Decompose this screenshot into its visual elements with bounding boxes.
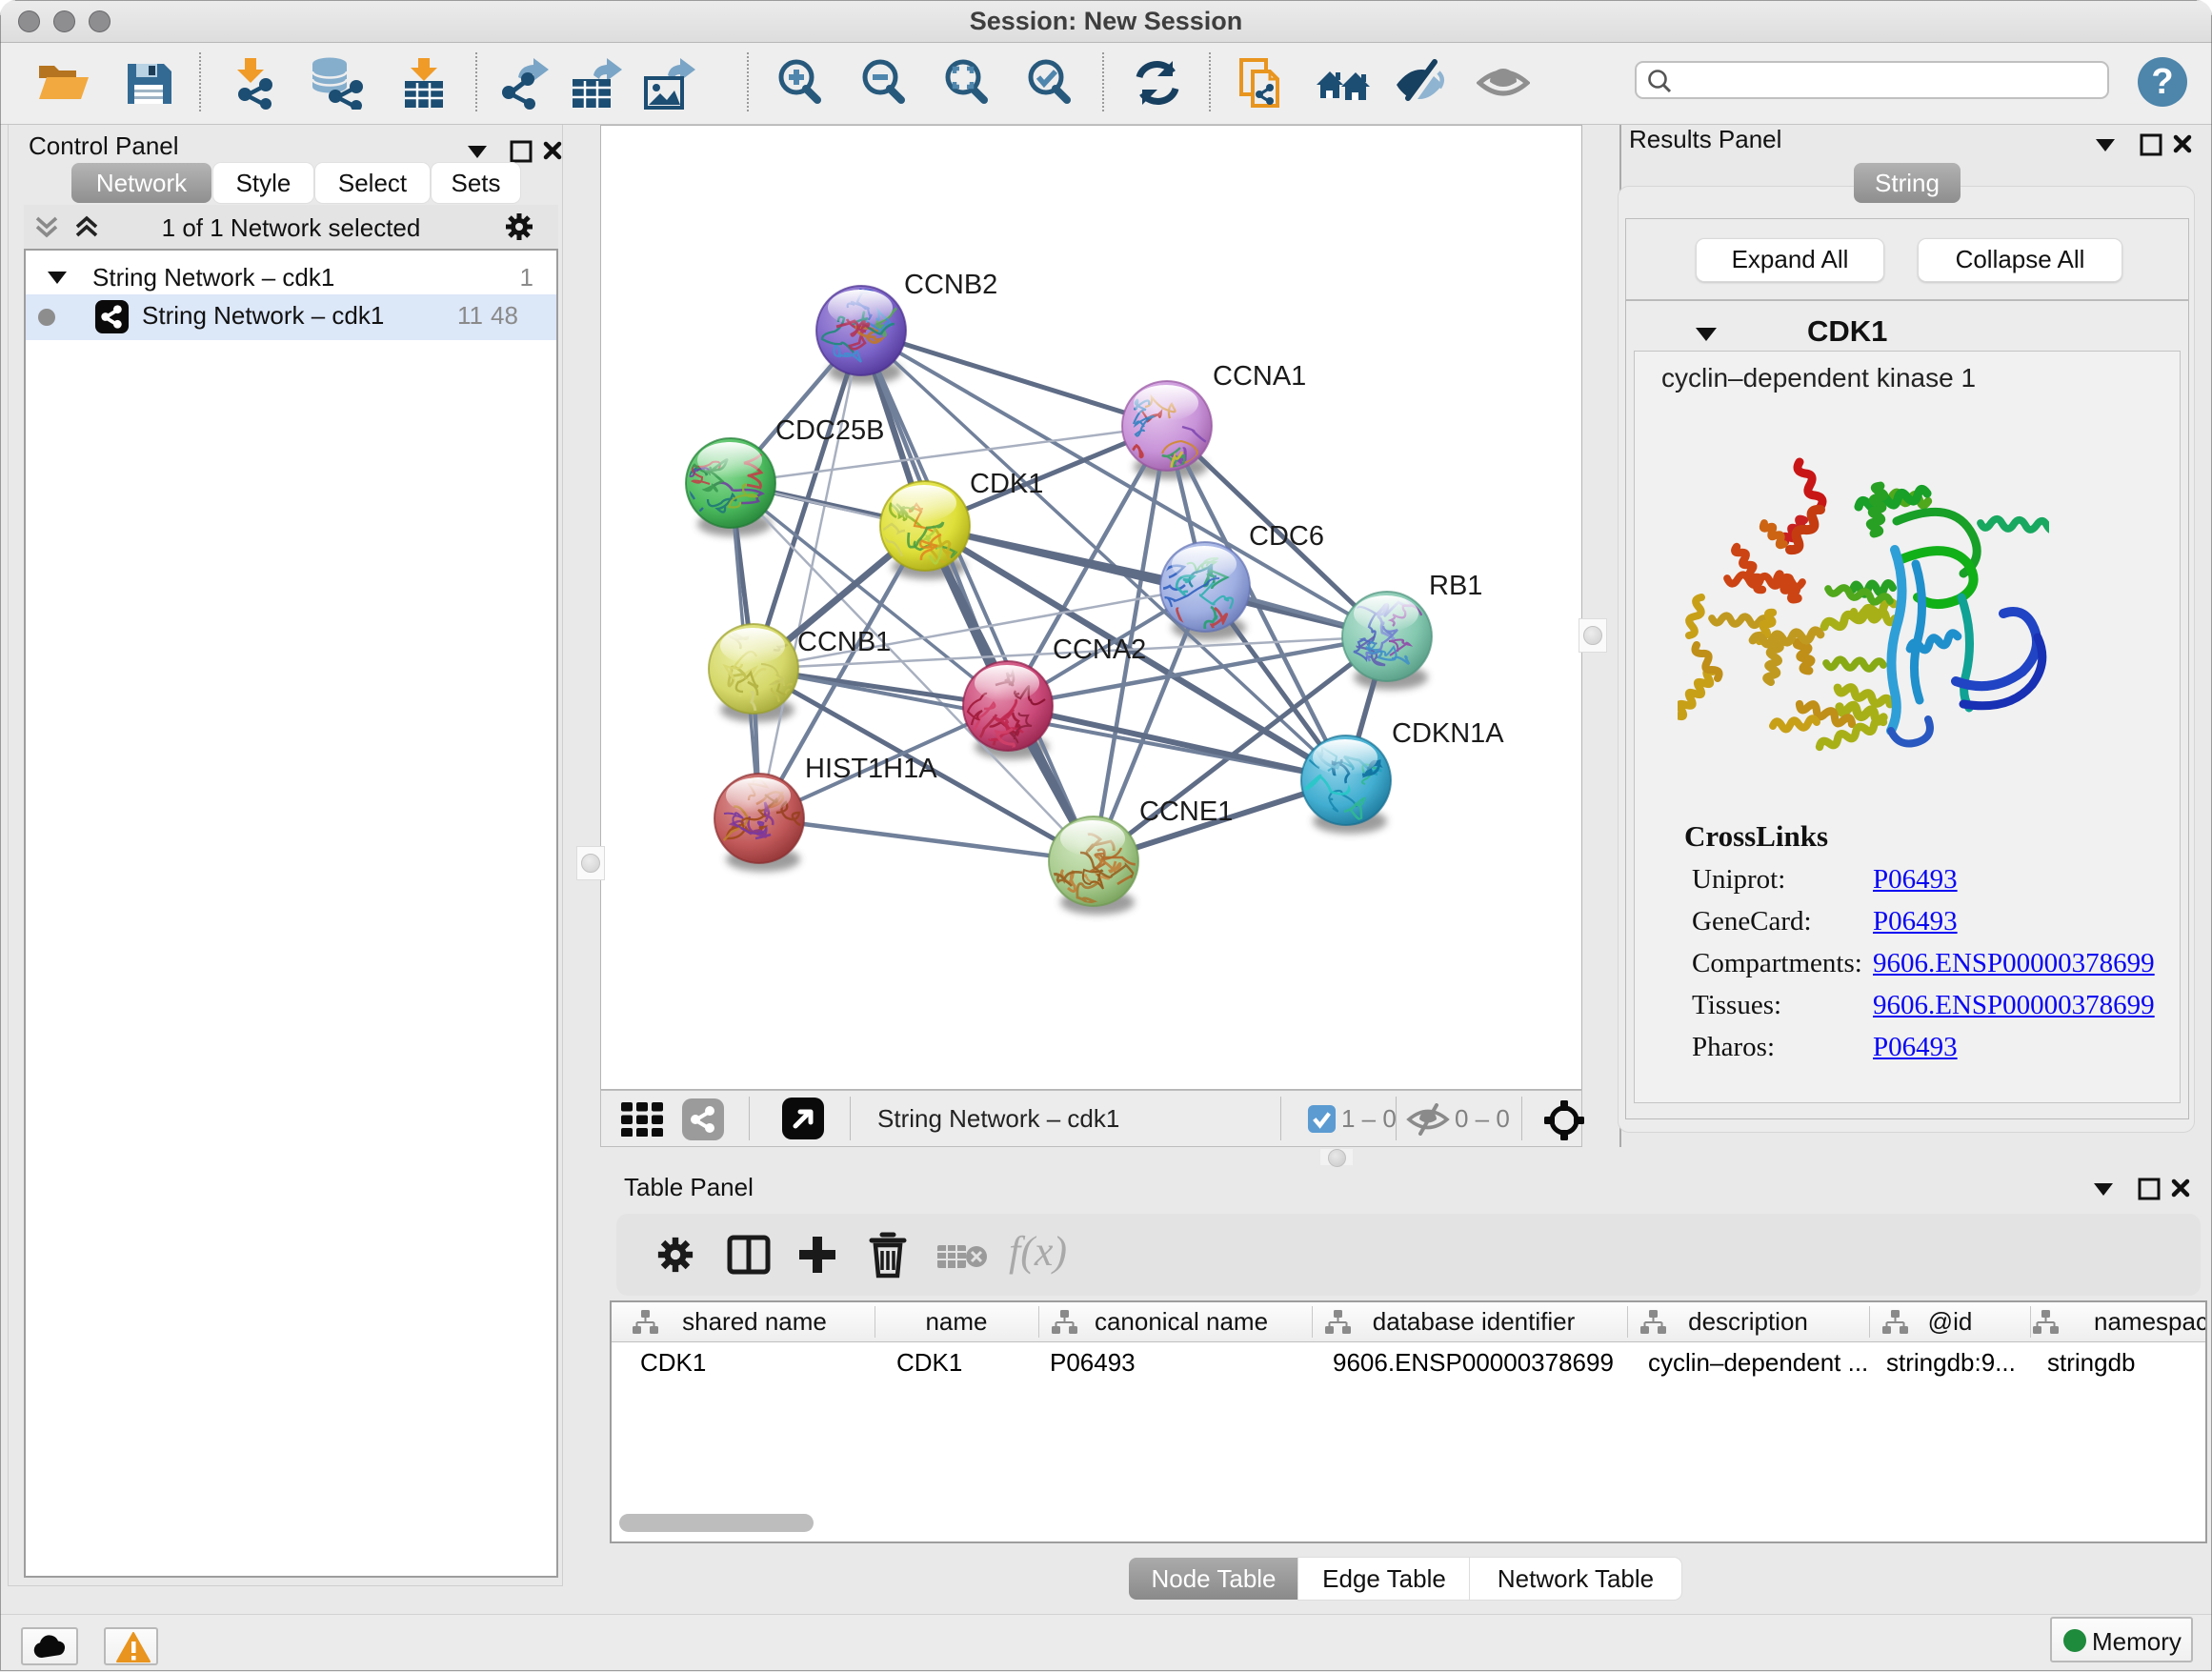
svg-text:CCNA2: CCNA2 [1053,635,1146,665]
svg-text:HIST1H1A: HIST1H1A [805,754,937,784]
svg-text:CCNA1: CCNA1 [1213,361,1306,392]
svg-text:CCNB1: CCNB1 [797,627,891,657]
svg-text:?: ? [2151,62,2173,102]
svg-text:RB1: RB1 [1429,571,1482,601]
svg-text:CCNE1: CCNE1 [1139,796,1233,827]
svg-text:CDKN1A: CDKN1A [1392,718,1504,749]
svg-text:CDC25B: CDC25B [775,415,884,446]
svg-text:CDC6: CDC6 [1249,521,1324,552]
svg-text:CCNB2: CCNB2 [904,270,997,300]
svg-text:CDK1: CDK1 [970,469,1043,499]
